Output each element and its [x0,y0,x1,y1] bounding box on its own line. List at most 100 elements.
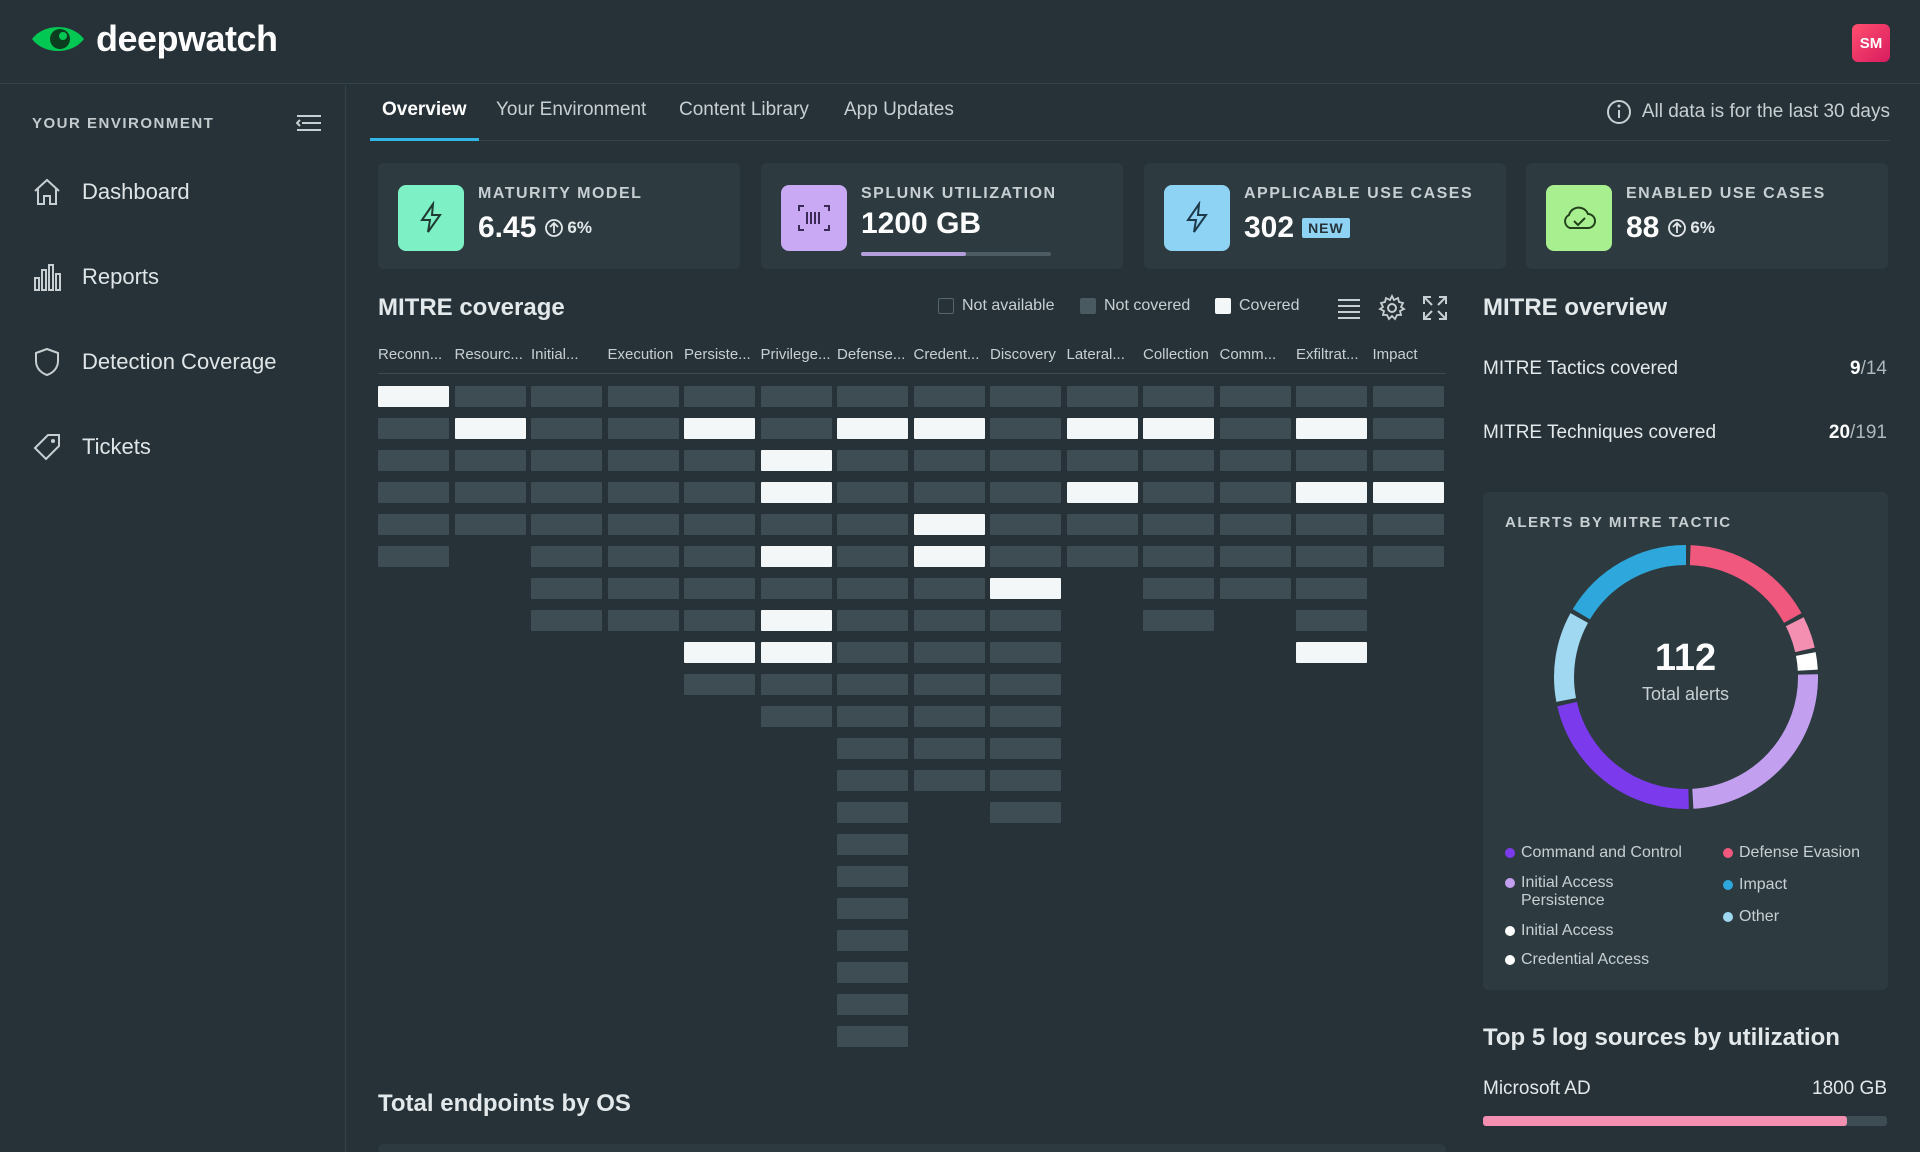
legend-credential-access[interactable]: Credential Access [1505,951,1649,969]
technique-cell-not-covered[interactable] [531,610,602,631]
sidebar-item-tickets[interactable]: Tickets [32,427,151,467]
technique-cell-not-covered[interactable] [837,802,908,823]
technique-cell-not-covered[interactable] [607,386,679,407]
kpi-enabled-use-cases[interactable]: ENABLED USE CASES 88 6% [1526,163,1888,269]
tab-your-environment[interactable]: Your Environment [496,99,646,141]
technique-cell-covered[interactable] [760,642,832,663]
technique-cell-not-covered[interactable] [531,386,602,407]
technique-cell-covered[interactable] [760,610,832,631]
technique-cell-not-covered[interactable] [378,482,449,503]
technique-cell-not-covered[interactable] [378,418,449,439]
technique-cell-not-covered[interactable] [378,450,449,471]
technique-cell-not-covered[interactable] [990,386,1061,407]
technique-cell-not-covered[interactable] [760,386,832,407]
technique-cell-not-covered[interactable] [1143,386,1214,407]
technique-cell-not-covered[interactable] [990,802,1061,823]
legend-initial-access-persistence[interactable]: Initial Access Persistence [1505,874,1645,910]
technique-cell-covered[interactable] [1296,642,1367,663]
technique-cell-not-covered[interactable] [760,418,832,439]
technique-cell-not-covered[interactable] [913,450,985,471]
technique-cell-not-covered[interactable] [1143,610,1214,631]
technique-cell-not-covered[interactable] [607,578,679,599]
technique-cell-not-covered[interactable] [1219,450,1291,471]
technique-cell-not-covered[interactable] [531,578,602,599]
technique-cell-not-covered[interactable] [1372,546,1444,567]
user-avatar[interactable]: SM [1852,24,1890,62]
technique-cell-not-covered[interactable] [607,514,679,535]
technique-cell-not-covered[interactable] [837,738,908,759]
technique-cell-covered[interactable] [913,418,985,439]
technique-cell-not-covered[interactable] [531,514,602,535]
technique-cell-not-covered[interactable] [1372,450,1444,471]
tab-app-updates[interactable]: App Updates [844,99,954,141]
technique-cell-not-covered[interactable] [607,418,679,439]
technique-cell-not-covered[interactable] [837,546,908,567]
info-icon[interactable] [1606,99,1632,125]
technique-cell-not-covered[interactable] [913,770,985,791]
expand-icon[interactable] [1421,294,1449,322]
technique-cell-covered[interactable] [1066,418,1138,439]
technique-cell-not-covered[interactable] [607,610,679,631]
technique-cell-not-covered[interactable] [760,578,832,599]
technique-cell-covered[interactable] [760,546,832,567]
app-logo[interactable]: deepwatch [30,18,278,60]
tab-overview[interactable]: Overview [370,99,479,141]
technique-cell-not-covered[interactable] [837,482,908,503]
technique-cell-not-covered[interactable] [760,706,832,727]
technique-cell-not-covered[interactable] [1296,450,1367,471]
technique-cell-not-covered[interactable] [607,546,679,567]
technique-cell-not-covered[interactable] [760,514,832,535]
legend-command-and-control[interactable]: Command and Control [1505,844,1682,862]
technique-cell-covered[interactable] [1143,418,1214,439]
technique-cell-covered[interactable] [1372,482,1444,503]
technique-cell-not-covered[interactable] [1296,546,1367,567]
technique-cell-not-covered[interactable] [1143,450,1214,471]
legend-not-covered[interactable]: Not covered [1080,297,1190,315]
technique-cell-not-covered[interactable] [837,898,908,919]
technique-cell-not-covered[interactable] [913,674,985,695]
technique-cell-not-covered[interactable] [1219,386,1291,407]
technique-cell-not-covered[interactable] [1219,482,1291,503]
technique-cell-not-covered[interactable] [1219,514,1291,535]
technique-cell-not-covered[interactable] [990,450,1061,471]
technique-cell-not-covered[interactable] [837,866,908,887]
legend-impact[interactable]: Impact [1723,876,1787,894]
legend-other[interactable]: Other [1723,908,1779,926]
kpi-applicable-use-cases[interactable]: APPLICABLE USE CASES 302 NEW [1144,163,1506,269]
technique-cell-not-covered[interactable] [837,962,908,983]
technique-cell-not-covered[interactable] [1372,514,1444,535]
technique-cell-not-covered[interactable] [837,386,908,407]
technique-cell-covered[interactable] [684,642,755,663]
technique-cell-not-covered[interactable] [378,546,449,567]
technique-cell-not-covered[interactable] [1296,514,1367,535]
technique-cell-not-covered[interactable] [454,386,526,407]
technique-cell-not-covered[interactable] [990,674,1061,695]
kpi-splunk-utilization[interactable]: SPLUNK UTILIZATION 1200 GB [761,163,1123,269]
technique-cell-not-covered[interactable] [837,1026,908,1047]
technique-cell-not-covered[interactable] [684,482,755,503]
technique-cell-not-covered[interactable] [913,738,985,759]
technique-cell-covered[interactable] [1296,482,1367,503]
technique-cell-not-covered[interactable] [607,482,679,503]
technique-cell-not-covered[interactable] [454,450,526,471]
technique-cell-not-covered[interactable] [990,546,1061,567]
sidebar-item-detection-coverage[interactable]: Detection Coverage [32,342,276,382]
technique-cell-not-covered[interactable] [913,482,985,503]
technique-cell-not-covered[interactable] [837,930,908,951]
technique-cell-not-covered[interactable] [990,770,1061,791]
technique-cell-not-covered[interactable] [1143,578,1214,599]
technique-cell-not-covered[interactable] [454,514,526,535]
technique-cell-not-covered[interactable] [990,482,1061,503]
technique-cell-not-covered[interactable] [990,514,1061,535]
technique-cell-covered[interactable] [913,514,985,535]
technique-cell-not-covered[interactable] [531,418,602,439]
technique-cell-not-covered[interactable] [607,450,679,471]
technique-cell-covered[interactable] [913,546,985,567]
list-view-icon[interactable] [1335,294,1363,322]
technique-cell-not-covered[interactable] [990,610,1061,631]
technique-cell-covered[interactable] [684,418,755,439]
technique-cell-covered[interactable] [837,418,908,439]
technique-cell-not-covered[interactable] [1066,514,1138,535]
technique-cell-covered[interactable] [1296,418,1367,439]
technique-cell-not-covered[interactable] [913,610,985,631]
